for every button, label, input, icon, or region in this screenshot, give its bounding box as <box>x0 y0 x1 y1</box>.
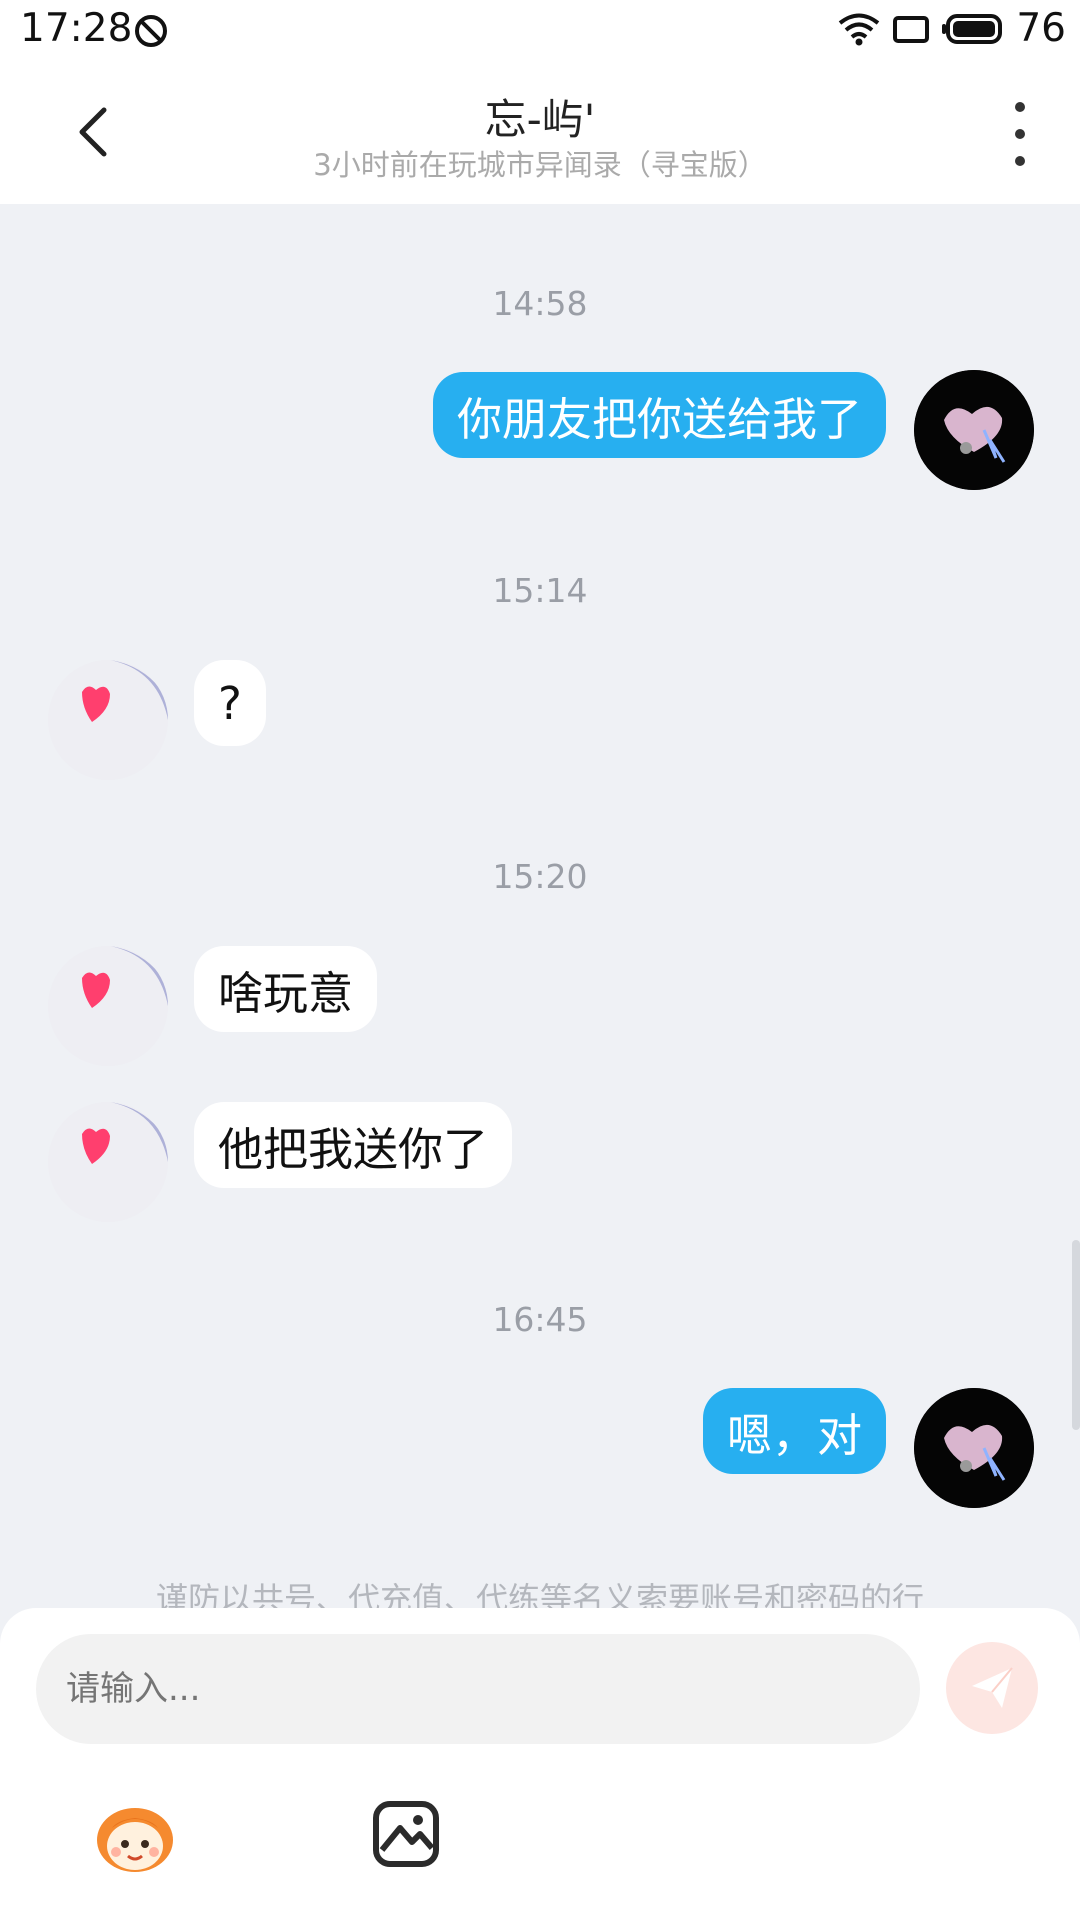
avatar-image <box>914 370 1034 490</box>
message-bubble-outgoing[interactable]: 你朋友把你送给我了 <box>432 372 886 458</box>
do-not-disturb-icon <box>135 15 167 47</box>
send-button[interactable] <box>946 1642 1038 1734</box>
contact-avatar[interactable] <box>48 1102 168 1222</box>
chat-header: 忘-屿' 3小时前在玩城市异闻录（寻宝版） <box>0 62 1080 204</box>
my-avatar[interactable] <box>914 1388 1034 1508</box>
message-timestamp: 15:20 <box>492 857 588 896</box>
avatar-image <box>48 946 168 1066</box>
emoji-mascot-icon[interactable] <box>92 1800 178 1876</box>
contact-status: 3小时前在玩城市异闻录（寻宝版） <box>313 148 767 182</box>
message-timestamp: 15:14 <box>492 571 588 610</box>
my-avatar[interactable] <box>914 370 1034 490</box>
message-bubble-incoming[interactable]: 啥玩意 <box>194 946 378 1032</box>
contact-avatar[interactable] <box>48 946 168 1066</box>
message-bubble-incoming[interactable]: 他把我送你了 <box>194 1102 513 1188</box>
contact-avatar[interactable] <box>48 660 168 780</box>
message-bubble-outgoing[interactable]: 嗯，对 <box>702 1388 886 1474</box>
message-composer <box>0 1608 1080 1920</box>
battery-icon <box>942 13 1003 44</box>
avatar-image <box>914 1388 1034 1508</box>
message-timestamp: 14:58 <box>492 284 588 323</box>
contact-name: 忘-屿' <box>484 95 596 144</box>
status-icons: 76 <box>838 6 1066 51</box>
wifi-icon <box>839 13 880 45</box>
avatar-image <box>48 660 168 780</box>
message-input[interactable] <box>36 1634 920 1744</box>
image-icon[interactable] <box>370 1798 442 1870</box>
scrollbar[interactable] <box>1072 1240 1080 1430</box>
send-icon <box>972 1667 1013 1708</box>
message-list[interactable]: 14:58 你朋友把你送给我了 15:14 ? 15:20 啥玩意 他把我送你了… <box>0 204 1080 1614</box>
status-bar: 17:28 76 <box>0 0 1080 62</box>
avatar-image <box>48 1102 168 1222</box>
more-vertical-icon[interactable] <box>1000 102 1040 166</box>
battery-level: 76 <box>1016 6 1066 51</box>
message-bubble-incoming[interactable]: ? <box>194 660 266 746</box>
screen-rotation-icon <box>893 15 930 43</box>
status-time: 17:28 <box>20 6 133 51</box>
message-timestamp: 16:45 <box>492 1300 588 1339</box>
